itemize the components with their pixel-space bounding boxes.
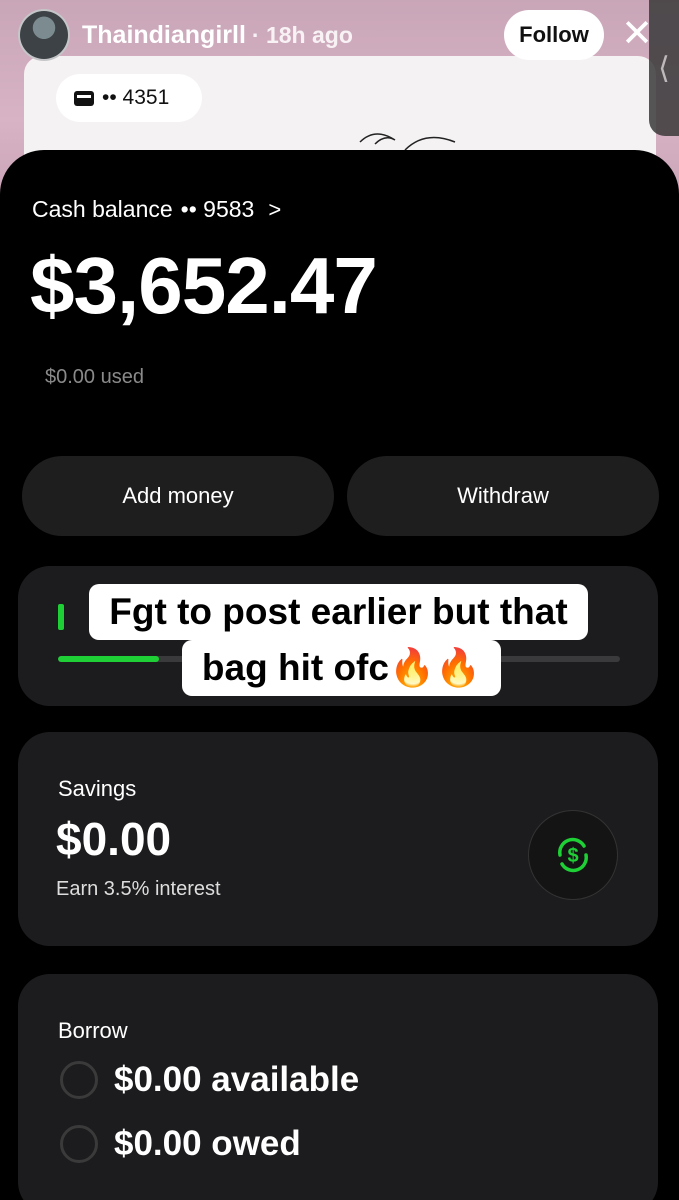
cash-balance-header[interactable]: Cash balance •• 9583 > <box>32 196 281 223</box>
card-chip-number: •• 4351 <box>102 86 170 109</box>
radio-icon[interactable] <box>60 1125 98 1163</box>
follow-button[interactable]: Follow <box>504 10 604 60</box>
caption-text: bag hit ofc🔥🔥 <box>181 640 502 696</box>
chevron-right-icon: > <box>268 196 282 222</box>
borrow-title: Borrow <box>58 1018 128 1043</box>
chevron-left-icon: ⟨ <box>658 51 670 85</box>
savings-title: Savings <box>58 776 137 801</box>
radio-icon[interactable] <box>60 1061 98 1099</box>
savings-amount: $0.00 <box>56 813 172 865</box>
borrow-available-row[interactable]: $0.00 available <box>60 1060 359 1100</box>
savings-card[interactable]: Savings $0.00 Earn 3.5% interest $ <box>18 732 658 946</box>
caption-text: Fgt to post earlier but that <box>89 584 588 640</box>
card-chip: •• 4351 <box>56 74 202 122</box>
cash-account-number: •• 9583 <box>180 196 255 222</box>
cash-balance-amount: $3,652.47 <box>30 241 378 330</box>
story-caption-line-1: Fgt to post earlier but that <box>0 584 678 640</box>
card-icon <box>74 90 94 106</box>
post-time: · 18h ago <box>251 21 353 48</box>
withdraw-button[interactable]: Withdraw <box>347 456 659 536</box>
close-icon[interactable]: ✕ <box>620 15 654 53</box>
svg-text:$: $ <box>567 845 578 867</box>
borrow-owed-row[interactable]: $0.00 owed <box>60 1124 301 1164</box>
avatar[interactable] <box>18 9 70 61</box>
story-header: Thaindiangirll · 18h ago Follow ✕ <box>18 9 658 61</box>
cash-balance-label: Cash balance <box>32 196 173 222</box>
dollar-cycle-icon: $ <box>558 837 588 873</box>
borrow-card[interactable]: Borrow $0.00 available $0.00 owed <box>18 974 658 1200</box>
used-amount: $0.00 used <box>45 366 144 388</box>
dollar-circle-icon[interactable]: $ <box>528 810 618 900</box>
story-caption-line-2: bag hit ofc🔥🔥 <box>2 640 679 696</box>
savings-interest-text: Earn 3.5% interest <box>56 878 221 900</box>
borrow-owed: $0.00 owed <box>114 1124 301 1163</box>
add-money-button[interactable]: Add money <box>22 456 334 536</box>
borrow-available: $0.00 available <box>114 1060 360 1099</box>
username[interactable]: Thaindiangirll <box>82 21 246 50</box>
